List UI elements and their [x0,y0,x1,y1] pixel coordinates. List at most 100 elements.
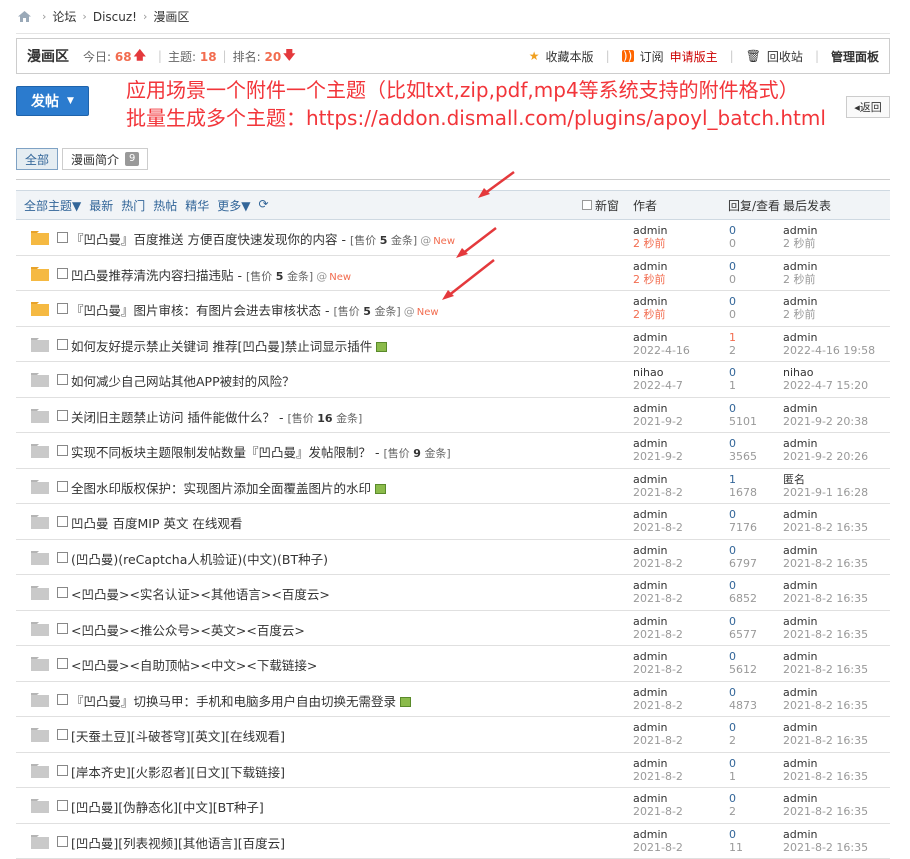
back-button[interactable]: ◂ 返回 [846,96,890,118]
filter-more[interactable]: 更多▼ [217,197,250,214]
thread-checkbox[interactable] [57,374,68,385]
thread-title[interactable]: <凹凸曼><实名认证><其他语言><百度云> [71,587,330,602]
table-row[interactable]: [凹凸曼][伪静态化][中文][BT种子]admin2021-8-202admi… [16,788,890,824]
tab-manga-intro[interactable]: 漫画简介9 [62,148,148,170]
author-name[interactable]: admin [633,295,667,308]
author-name[interactable]: admin [633,721,683,734]
last-post-user[interactable]: admin [783,331,875,344]
last-post-time[interactable]: 2021-8-2 16:35 [783,663,868,676]
author-name[interactable]: admin [633,650,683,663]
last-post-time[interactable]: 2021-8-2 16:35 [783,805,868,818]
author-name[interactable]: admin [633,224,667,237]
thread-checkbox[interactable] [57,658,68,669]
thread-title[interactable]: 如何减少自己网站其他APP被封的风险？ [71,374,295,389]
thread-checkbox[interactable] [57,729,68,740]
thread-checkbox[interactable] [57,623,68,634]
table-row[interactable]: 全图水印版权保护：实现图片添加全面覆盖图片的水印admin2021-8-2116… [16,469,890,505]
table-row[interactable]: [天蚕土豆][斗破苍穹][英文][在线观看]admin2021-8-202adm… [16,717,890,753]
thread-checkbox[interactable] [57,516,68,527]
last-post-user[interactable]: admin [783,260,817,273]
checkbox[interactable] [582,200,592,210]
last-post-user[interactable]: admin [783,508,868,521]
apply-moderator-link[interactable]: 申请版主 [670,48,718,65]
last-post-time[interactable]: 2 秒前 [783,273,817,286]
thread-title[interactable]: [岸本齐史][火影忍者][日文][下载链接] [71,765,285,780]
last-post-user[interactable]: admin [783,437,868,450]
table-row[interactable]: 凹凸曼 百度MIP 英文 在线观看admin2021-8-207176admin… [16,504,890,540]
last-post-time[interactable]: 2 秒前 [783,308,817,321]
author-name[interactable]: admin [633,437,683,450]
thread-title[interactable]: 『凹凸曼』图片审核：有图片会进去审核状态 [71,303,321,318]
post-button[interactable]: 发帖 ▼ [16,86,89,116]
thread-title[interactable]: [凹凸曼][列表视频][其他语言][百度云] [71,836,285,851]
author-name[interactable]: admin [633,792,683,805]
last-post-time[interactable]: 2 秒前 [783,237,817,250]
last-post-user[interactable]: 匿名 [783,473,868,486]
filter-hot-threads[interactable]: 热帖 [153,197,177,214]
author-name[interactable]: admin [633,579,683,592]
filter-all-threads[interactable]: 全部主题▼ [24,197,81,214]
thread-title[interactable]: [天蚕土豆][斗破苍穹][英文][在线观看] [71,729,285,744]
table-row[interactable]: <凹凸曼><自助顶帖><中文><下载链接>admin2021-8-205612a… [16,646,890,682]
thread-checkbox[interactable] [57,339,68,350]
last-post-user[interactable]: admin [783,615,868,628]
last-post-time[interactable]: 2021-8-2 16:35 [783,734,868,747]
thread-checkbox[interactable] [57,552,68,563]
thread-checkbox[interactable] [57,481,68,492]
author-name[interactable]: admin [633,473,683,486]
last-post-time[interactable]: 2021-8-2 16:35 [783,628,868,641]
last-post-time[interactable]: 2021-8-2 16:35 [783,521,868,534]
table-row[interactable]: 『凹凸曼』百度推送 方便百度快速发现你的内容 - [售价 5 金条]@Newad… [16,220,890,256]
thread-title[interactable]: 关闭旧主题禁止访问 插件能做什么？ [71,410,275,425]
home-icon[interactable] [18,11,30,22]
breadcrumb-forum[interactable]: 论坛 [52,8,76,25]
table-row[interactable]: 『凹凸曼』切换马甲：手机和电脑多用户自由切换无需登录admin2021-8-20… [16,682,890,718]
table-row[interactable]: (凹凸曼)(reCaptcha人机验证)(中文)(BT种子)admin2021-… [16,540,890,576]
last-post-time[interactable]: 2021-9-2 20:26 [783,450,868,463]
last-post-user[interactable]: admin [783,224,817,237]
last-post-time[interactable]: 2021-9-2 20:38 [783,415,868,428]
filter-digest[interactable]: 精华 [185,197,209,214]
last-post-user[interactable]: nihao [783,366,868,379]
last-post-user[interactable]: admin [783,721,868,734]
table-row[interactable]: <凹凸曼><推公众号><英文><百度云>admin2021-8-206577ad… [16,611,890,647]
thread-title[interactable]: (凹凸曼)(reCaptcha人机验证)(中文)(BT种子) [71,552,328,567]
recycle-link[interactable]: 回收站 [767,48,803,65]
filter-hot[interactable]: 热门 [121,197,145,214]
subscribe-link[interactable]: 订阅 [640,48,664,65]
last-post-user[interactable]: admin [783,686,868,699]
last-post-time[interactable]: 2021-8-2 16:35 [783,592,868,605]
last-post-user[interactable]: admin [783,650,868,663]
thread-title[interactable]: 凹凸曼 百度MIP 英文 在线观看 [71,516,242,531]
author-name[interactable]: admin [633,508,683,521]
last-post-time[interactable]: 2021-8-2 16:35 [783,770,868,783]
author-name[interactable]: nihao [633,366,683,379]
table-row[interactable]: 如何减少自己网站其他APP被封的风险？nihao2022-4-701nihao2… [16,362,890,398]
last-post-user[interactable]: admin [783,544,868,557]
thread-checkbox[interactable] [57,232,68,243]
table-row[interactable]: 关闭旧主题禁止访问 插件能做什么？ - [售价 16 金条]admin2021-… [16,398,890,434]
thread-checkbox[interactable] [57,836,68,847]
last-post-user[interactable]: admin [783,295,817,308]
thread-checkbox[interactable] [57,445,68,456]
thread-title[interactable]: <凹凸曼><推公众号><英文><百度云> [71,623,305,638]
author-name[interactable]: admin [633,402,683,415]
last-post-time[interactable]: 2021-8-2 16:35 [783,557,868,570]
thread-title[interactable]: 『凹凸曼』百度推送 方便百度快速发现你的内容 [71,232,337,247]
author-name[interactable]: admin [633,686,683,699]
last-post-time[interactable]: 2021-9-1 16:28 [783,486,868,499]
thread-checkbox[interactable] [57,303,68,314]
thread-checkbox[interactable] [57,410,68,421]
thread-title[interactable]: 全图水印版权保护：实现图片添加全面覆盖图片的水印 [71,481,371,496]
last-post-time[interactable]: 2022-4-16 19:58 [783,344,875,357]
last-post-time[interactable]: 2021-8-2 16:35 [783,841,868,854]
thread-checkbox[interactable] [57,587,68,598]
author-name[interactable]: admin [633,544,683,557]
filter-latest[interactable]: 最新 [89,197,113,214]
last-post-user[interactable]: admin [783,757,868,770]
last-post-user[interactable]: admin [783,792,868,805]
new-window-toggle[interactable]: 新窗 [582,197,619,214]
last-post-user[interactable]: admin [783,402,868,415]
author-name[interactable]: admin [633,331,690,344]
thread-title[interactable]: 『凹凸曼』切换马甲：手机和电脑多用户自由切换无需登录 [71,694,396,709]
